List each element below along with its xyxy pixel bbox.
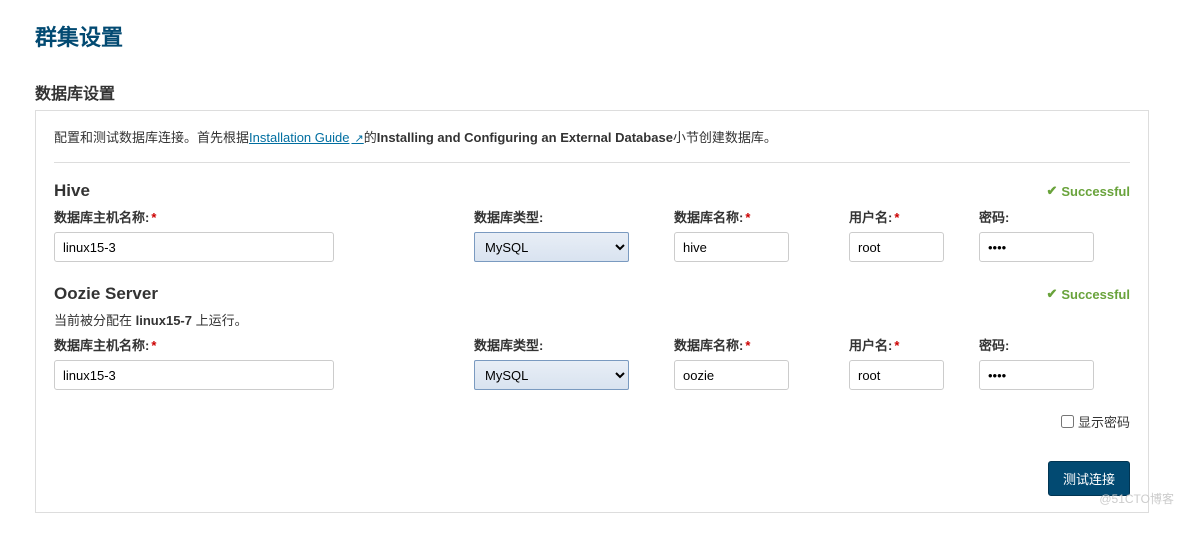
user-label: 用户名:*: [849, 207, 979, 226]
type-label: 数据库类型:: [474, 335, 674, 354]
instruction-bold: Installing and Configuring an External D…: [377, 130, 673, 145]
show-password-input[interactable]: [1061, 415, 1074, 428]
host-input[interactable]: [54, 232, 334, 262]
host-label: 数据库主机名称:*: [54, 335, 474, 354]
name-input[interactable]: [674, 360, 789, 390]
section-title: 数据库设置: [35, 80, 1149, 111]
type-select[interactable]: MySQL: [474, 360, 629, 390]
show-password-checkbox[interactable]: 显示密码: [1061, 412, 1130, 431]
user-label: 用户名:*: [849, 335, 979, 354]
pass-input[interactable]: [979, 232, 1094, 262]
name-label: 数据库名称:*: [674, 207, 849, 226]
check-icon: ✔: [1046, 286, 1057, 302]
database-settings-panel: 配置和测试数据库连接。首先根据Installation Guide ↗的Inst…: [35, 110, 1149, 513]
pass-label: 密码:: [979, 207, 1130, 226]
user-input[interactable]: [849, 360, 944, 390]
type-select[interactable]: MySQL: [474, 232, 629, 262]
instruction-mid: 的: [364, 130, 377, 145]
instruction-pre: 配置和测试数据库连接。首先根据: [54, 130, 249, 145]
host-label: 数据库主机名称:*: [54, 207, 474, 226]
external-link-icon: ↗: [351, 133, 363, 145]
status-badge: ✔Successful: [1046, 183, 1130, 199]
name-input[interactable]: [674, 232, 789, 262]
service-block-oozie: Oozie Server ✔Successful 当前被分配在 linux15-…: [54, 284, 1130, 390]
service-note: 当前被分配在 linux15-7 上运行。: [54, 310, 1130, 329]
pass-input[interactable]: [979, 360, 1094, 390]
status-badge: ✔Successful: [1046, 286, 1130, 302]
show-password-label: 显示密码: [1078, 412, 1130, 431]
host-input[interactable]: [54, 360, 334, 390]
service-title: Hive: [54, 181, 90, 201]
watermark: @51CTO博客: [1099, 490, 1174, 507]
service-block-hive: Hive ✔Successful 数据库主机名称:* 数据库类型: MySQL …: [54, 181, 1130, 262]
type-label: 数据库类型:: [474, 207, 674, 226]
page-title: 群集设置: [35, 20, 1149, 52]
instruction-post: 小节创建数据库。: [673, 130, 777, 145]
check-icon: ✔: [1046, 183, 1057, 199]
installation-guide-link[interactable]: Installation Guide ↗: [249, 130, 364, 145]
user-input[interactable]: [849, 232, 944, 262]
name-label: 数据库名称:*: [674, 335, 849, 354]
service-title: Oozie Server: [54, 284, 158, 304]
instruction-text: 配置和测试数据库连接。首先根据Installation Guide ↗的Inst…: [54, 127, 1130, 163]
pass-label: 密码:: [979, 335, 1130, 354]
